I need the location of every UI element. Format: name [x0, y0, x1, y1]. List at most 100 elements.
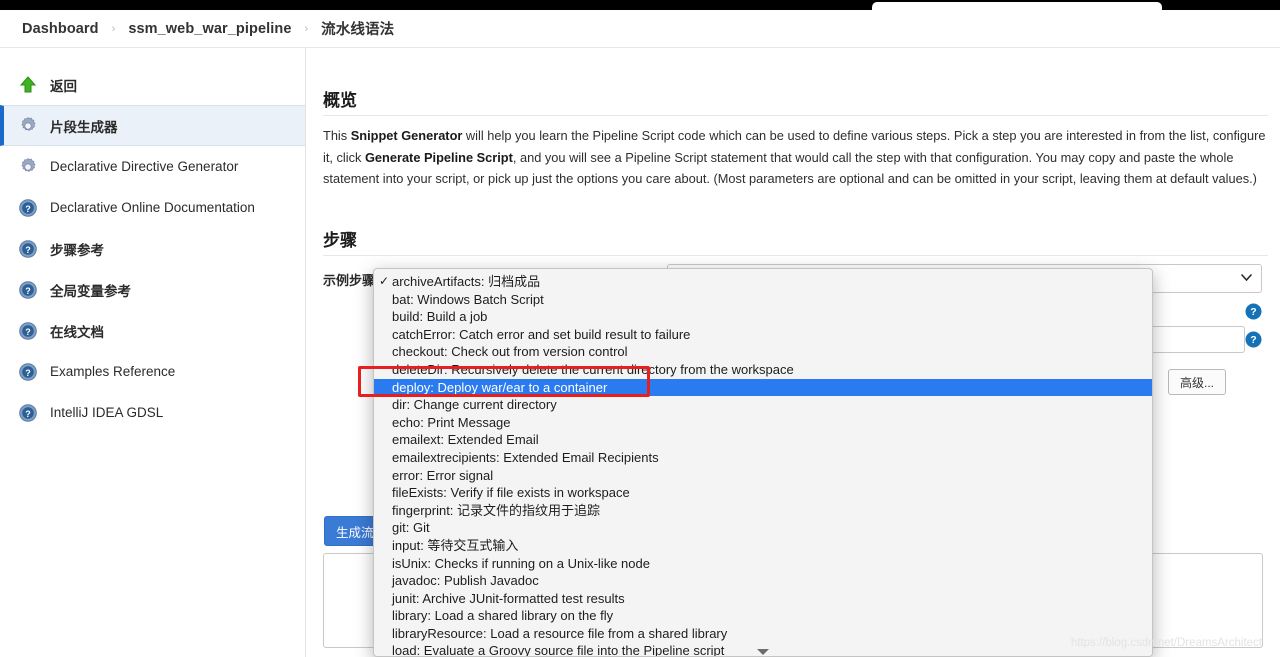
svg-text:?: ? [1250, 306, 1256, 318]
watermark: https://blog.csdn.net/DreamsArchitect [1070, 637, 1262, 649]
dropdown-option[interactable]: emailext: Extended Email [374, 431, 1152, 449]
dropdown-option[interactable]: javadoc: Publish Javadoc [374, 572, 1152, 590]
sidebar-item-label: 步骤参考 [50, 242, 104, 258]
help-icon[interactable]: ? [1245, 303, 1262, 320]
dropdown-option[interactable]: build: Build a job [374, 308, 1152, 326]
help-icon: ? [19, 321, 37, 340]
dropdown-option-label: isUnix: Checks if running on a Unix-like… [392, 555, 650, 571]
breadcrumb-item-dashboard[interactable]: Dashboard [22, 21, 99, 37]
svg-text:?: ? [25, 327, 31, 337]
sidebar-item-declarative-directive-generator[interactable]: Declarative Directive Generator [0, 146, 305, 187]
dropdown-option-label: git: Git [392, 520, 430, 536]
dropdown-option[interactable]: echo: Print Message [374, 414, 1152, 432]
dropdown-option-label: javadoc: Publish Javadoc [392, 573, 539, 589]
browser-top-strip [0, 0, 1280, 11]
dropdown-option-label: catchError: Catch error and set build re… [392, 326, 691, 342]
overview-divider [323, 115, 1268, 116]
up-arrow-icon [19, 75, 37, 92]
dropdown-option[interactable]: input: 等待交互式输入 [374, 537, 1152, 555]
svg-text:?: ? [25, 409, 31, 419]
steps-heading: 步骤 [323, 231, 357, 250]
help-icon: ? [19, 239, 37, 258]
dropdown-option-label: archiveArtifacts: 归档成品 [392, 274, 541, 289]
dropdown-option[interactable]: emailextrecipients: Extended Email Recip… [374, 449, 1152, 467]
dropdown-option-label: fileExists: Verify if file exists in wor… [392, 485, 630, 501]
dropdown-option-label: deleteDir: Recursively delete the curren… [392, 361, 794, 377]
breadcrumb-item-pipeline[interactable]: ssm_web_war_pipeline [128, 21, 291, 37]
dropdown-option-label: deploy: Deploy war/ear to a container [392, 379, 608, 395]
help-icon: ? [19, 198, 37, 217]
page-root: Dashboard › ssm_web_war_pipeline › 流水线语法… [0, 0, 1280, 657]
svg-text:?: ? [25, 286, 31, 296]
dropdown-option[interactable]: checkout: Check out from version control [374, 343, 1152, 361]
breadcrumb-separator: › [111, 22, 116, 35]
dropdown-option[interactable]: fingerprint: 记录文件的指纹用于追踪 [374, 502, 1152, 520]
help-icon[interactable]: ? [1245, 331, 1262, 348]
chevron-down-icon [1241, 274, 1252, 281]
sidebar-item-label: 在线文档 [50, 324, 104, 340]
dropdown-option[interactable]: deleteDir: Recursively delete the curren… [374, 361, 1152, 379]
sidebar-item-label: Declarative Directive Generator [50, 159, 239, 174]
check-icon: ✓ [379, 274, 390, 288]
dropdown-option[interactable]: libraryResource: Load a resource file fr… [374, 625, 1152, 643]
dropdown-option-label: junit: Archive JUnit-formatted test resu… [392, 590, 625, 606]
sidebar: 返回 片段生成器 Declarative Directive Generator… [0, 48, 306, 657]
dropdown-option[interactable]: ✓ archiveArtifacts: 归档成品 [374, 273, 1152, 291]
dropdown-option[interactable]: git: Git [374, 519, 1152, 537]
dropdown-option[interactable]: bat: Windows Batch Script [374, 291, 1152, 309]
sidebar-item-examples-reference[interactable]: ? Examples Reference [0, 351, 305, 392]
breadcrumb-separator: › [304, 22, 309, 35]
dropdown-option-label: echo: Print Message [392, 414, 511, 430]
sample-step-label: 示例步骤 [323, 273, 376, 288]
sidebar-item-label: IntelliJ IDEA GDSL [50, 405, 164, 420]
sidebar-item-label: Examples Reference [50, 364, 176, 379]
sidebar-item-intellij-idea-gdsl[interactable]: ? IntelliJ IDEA GDSL [0, 392, 305, 433]
dropdown-option-label: emailextrecipients: Extended Email Recip… [392, 449, 659, 465]
breadcrumb: Dashboard › ssm_web_war_pipeline › 流水线语法 [0, 10, 1280, 48]
dropdown-option[interactable]: fileExists: Verify if file exists in wor… [374, 484, 1152, 502]
dropdown-option-label: bat: Windows Batch Script [392, 291, 544, 307]
sidebar-item-label: 片段生成器 [50, 119, 118, 135]
gear-icon [21, 116, 36, 131]
breadcrumb-item-syntax[interactable]: 流水线语法 [321, 18, 394, 39]
svg-text:?: ? [25, 245, 31, 255]
dropdown-option-label: input: 等待交互式输入 [392, 537, 519, 553]
dropdown-option[interactable]: library: Load a shared library on the fl… [374, 607, 1152, 625]
sidebar-item-global-variable-reference[interactable]: ? 全局变量参考 [0, 269, 305, 310]
sidebar-item-label: Declarative Online Documentation [50, 200, 255, 215]
overview-text-a: This [323, 128, 351, 143]
scroll-down-arrow-icon[interactable] [757, 649, 769, 655]
dropdown-option-label: checkout: Check out from version control [392, 344, 628, 360]
gear-icon [21, 157, 36, 172]
help-icon: ? [19, 403, 37, 422]
step-dropdown-list[interactable]: ✓ archiveArtifacts: 归档成品 bat: Windows Batc… [373, 268, 1153, 657]
dropdown-option-label: emailext: Extended Email [392, 432, 539, 448]
dropdown-option-label: load: Evaluate a Groovy source file into… [392, 643, 725, 657]
dropdown-option[interactable]: junit: Archive JUnit-formatted test resu… [374, 590, 1152, 608]
sidebar-item-back[interactable]: 返回 [0, 64, 305, 105]
svg-text:?: ? [25, 204, 31, 214]
overview-bold-generate-pipeline-script: Generate Pipeline Script [364, 149, 513, 165]
sidebar-item-online-docs[interactable]: ? 在线文档 [0, 310, 305, 351]
dropdown-option[interactable]: isUnix: Checks if running on a Unix-like… [374, 555, 1152, 573]
svg-text:?: ? [1250, 334, 1256, 346]
svg-text:?: ? [25, 368, 31, 378]
sidebar-item-declarative-online-documentation[interactable]: ? Declarative Online Documentation [0, 187, 305, 228]
help-icon: ? [19, 362, 37, 381]
sidebar-item-snippet-generator[interactable]: 片段生成器 [0, 105, 305, 146]
dropdown-option[interactable]: error: Error signal [374, 467, 1152, 485]
dropdown-option-label: dir: Change current directory [392, 397, 557, 413]
sidebar-item-label: 返回 [50, 78, 77, 94]
dropdown-option-label: fingerprint: 记录文件的指纹用于追踪 [392, 502, 601, 518]
sidebar-item-step-reference[interactable]: ? 步骤参考 [0, 228, 305, 269]
dropdown-option[interactable]: deploy: Deploy war/ear to a container [374, 378, 1152, 397]
dropdown-option-label: library: Load a shared library on the fl… [392, 608, 614, 624]
overview-heading: 概览 [323, 91, 357, 110]
overview-paragraph: This Snippet Generator will help you lea… [323, 125, 1268, 190]
sidebar-item-label: 全局变量参考 [50, 283, 131, 299]
dropdown-option[interactable]: catchError: Catch error and set build re… [374, 326, 1152, 344]
advanced-button[interactable]: 高级... [1168, 369, 1226, 395]
dropdown-option-label: error: Error signal [392, 467, 494, 483]
help-icon: ? [19, 280, 37, 299]
dropdown-option[interactable]: dir: Change current directory [374, 396, 1152, 414]
